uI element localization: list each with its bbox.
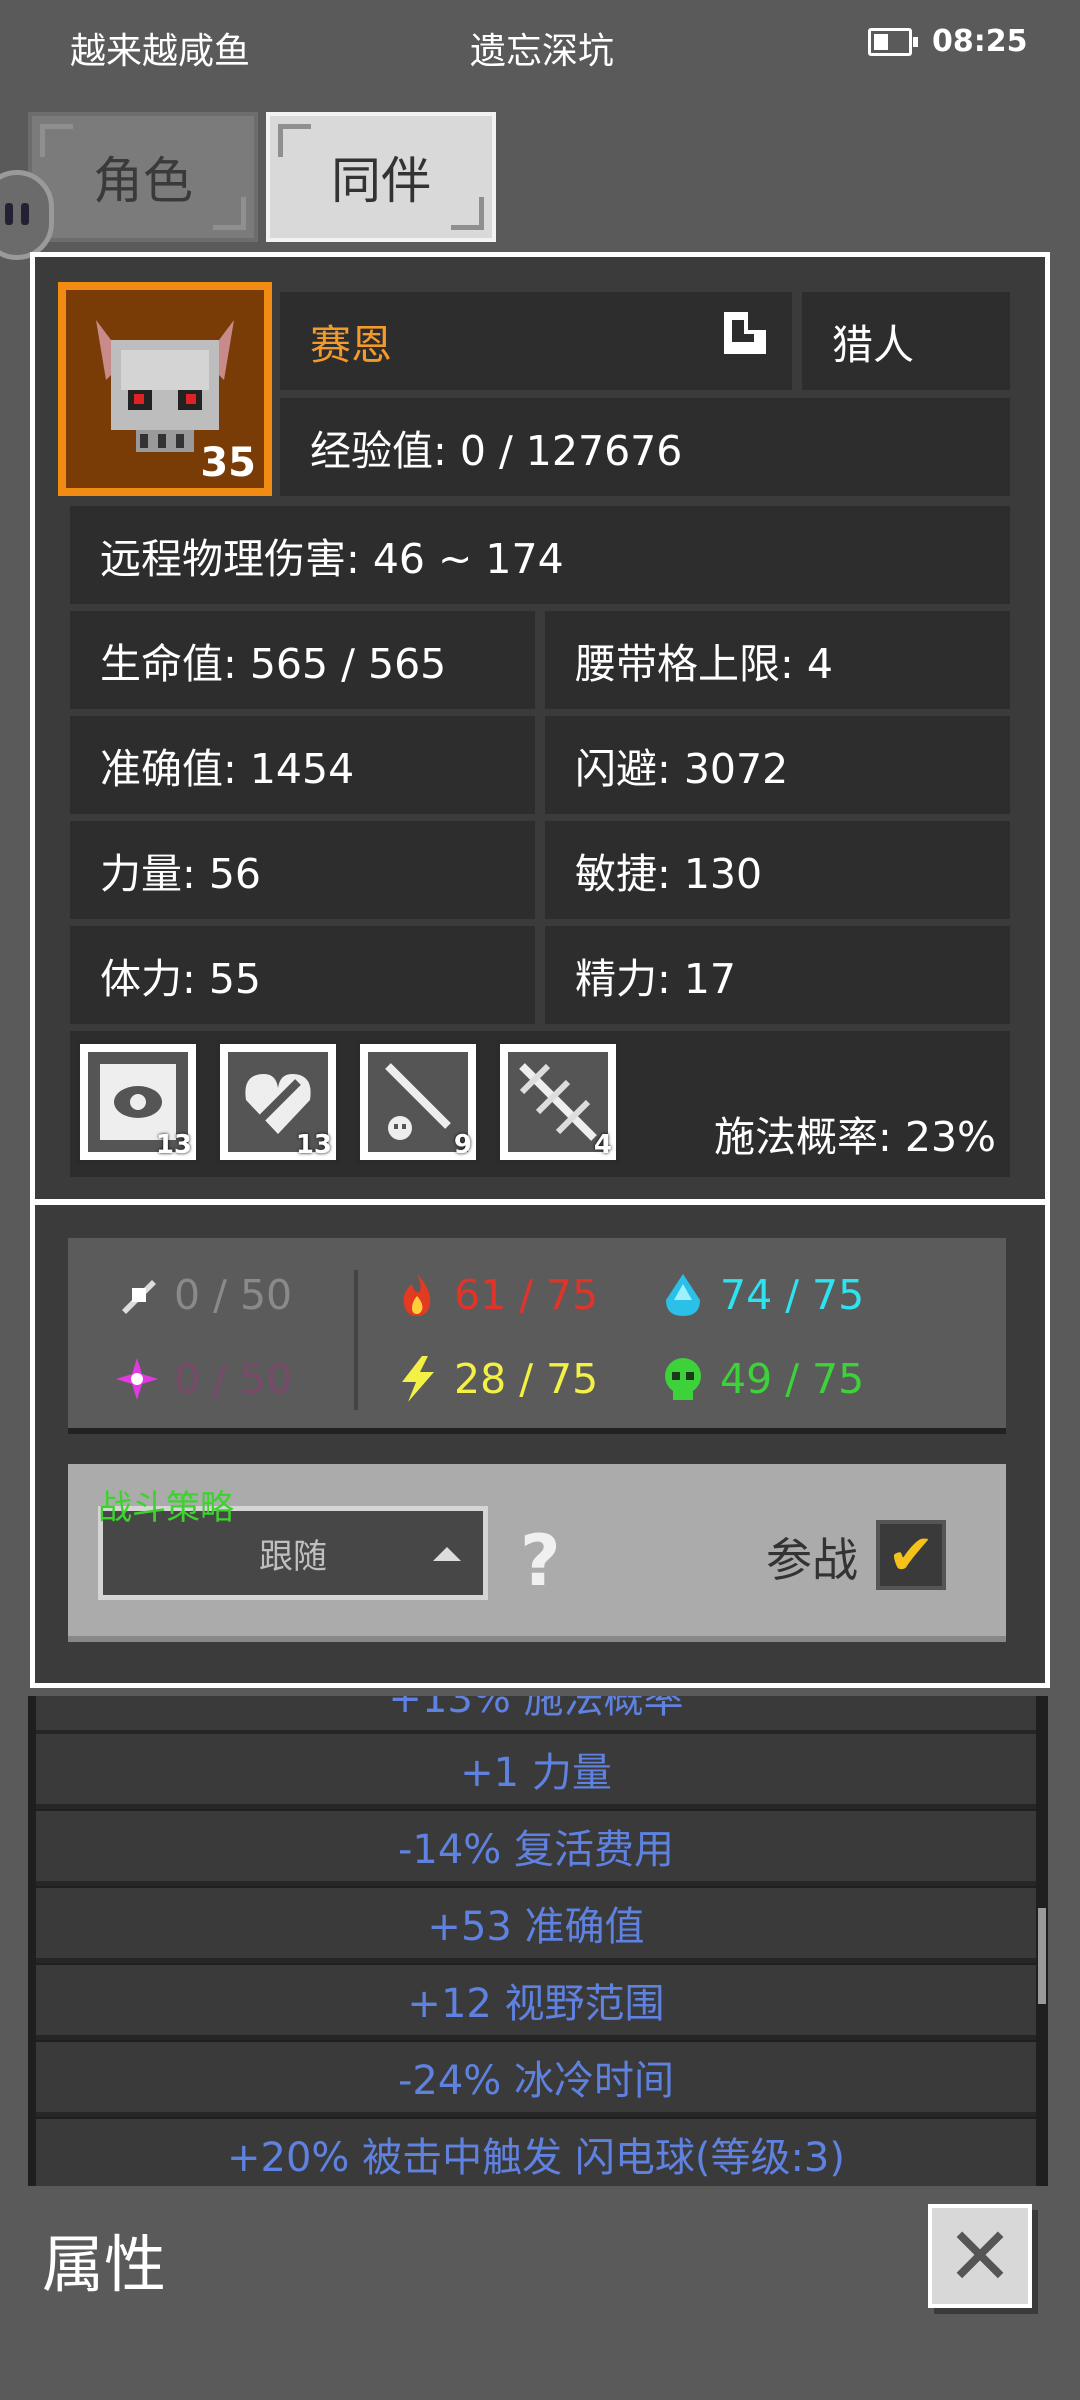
- status-time: 08:25: [932, 24, 1028, 59]
- cast-rate-text: 施法概率: 23%: [714, 1113, 996, 1161]
- resist-poison: 49 / 75: [658, 1354, 864, 1404]
- list-item: -24% 冰冷时间: [36, 2042, 1036, 2117]
- join-battle-label: 参战: [766, 1533, 858, 1587]
- tab-companion[interactable]: 同伴: [266, 112, 496, 242]
- damage-text: 远程物理伤害: 46 ~ 174: [100, 535, 564, 583]
- resistance-box: [68, 1238, 1006, 1434]
- resistance-divider: [354, 1270, 358, 1410]
- floating-assistant-icon[interactable]: [0, 170, 54, 260]
- exp-text: 经验值: 0 / 127676: [310, 427, 683, 475]
- close-icon: ✕: [946, 2209, 1014, 2303]
- stat-hp: 生命值: 565 / 565: [100, 640, 447, 688]
- list-item: +53 准确值: [36, 1888, 1036, 1963]
- list-item: +13% 施法概率: [36, 1696, 1036, 1735]
- list-item: +12 视野范围: [36, 1965, 1036, 2040]
- skill-count: 13: [295, 1130, 332, 1160]
- rename-edit-icon[interactable]: [724, 312, 766, 354]
- status-bar: 越来越咸鱼 遗忘深坑 08:25: [0, 0, 1080, 86]
- stat-cell: 闪避: 3072: [545, 716, 1010, 814]
- stat-cell: 生命值: 565 / 565: [70, 611, 535, 709]
- resist-poison-value: 49 / 75: [720, 1355, 865, 1403]
- skill-count: 4: [593, 1130, 612, 1160]
- shield-icon: [122, 1280, 156, 1314]
- resist-physical: 0 / 50: [112, 1270, 292, 1320]
- resist-cold: 74 / 75: [658, 1270, 864, 1320]
- list-item: +1 力量: [36, 1734, 1036, 1809]
- resist-physical-value: 0 / 50: [174, 1271, 293, 1319]
- skill-slot[interactable]: 4: [496, 1040, 620, 1164]
- companion-class-field: 猎人: [802, 292, 1010, 390]
- companion-name-field: 赛恩: [280, 292, 792, 390]
- stat-cell: 准确值: 1454: [70, 716, 535, 814]
- fire-icon: [403, 1274, 431, 1316]
- resist-lightning-value: 28 / 75: [454, 1355, 599, 1403]
- exp-field: 经验值: 0 / 127676: [280, 398, 1010, 496]
- footer-title: 属性: [42, 2228, 167, 2301]
- companion-name: 赛恩: [310, 321, 392, 369]
- companion-class: 猎人: [832, 321, 914, 369]
- help-icon[interactable]: ?: [520, 1520, 561, 1602]
- strategy-selected: 跟随: [259, 1536, 327, 1577]
- lightning-icon: [402, 1356, 434, 1402]
- join-battle-checkbox[interactable]: ✔: [876, 1520, 946, 1590]
- list-item: +20% 被击中触发 闪电球(等级:3): [36, 2119, 1036, 2186]
- tab-companion-label: 同伴: [331, 152, 431, 210]
- tab-character-label: 角色: [93, 152, 193, 210]
- stat-cell: 敏捷: 130: [545, 821, 1010, 919]
- status-center-text: 遗忘深坑: [470, 31, 615, 72]
- status-left-text: 越来越咸鱼: [70, 31, 251, 72]
- water-drop-icon: [666, 1274, 700, 1316]
- list-scrollbar[interactable]: [1038, 1908, 1046, 2004]
- resist-fire-value: 61 / 75: [454, 1271, 599, 1319]
- strategy-label: 战斗策略: [98, 1488, 234, 1528]
- skill-count: 13: [155, 1130, 192, 1160]
- stat-cell: 体力: 55: [70, 926, 535, 1024]
- stat-accuracy: 准确值: 1454: [100, 745, 355, 793]
- resist-lightning: 28 / 75: [392, 1354, 598, 1404]
- tab-character[interactable]: 角色: [28, 112, 258, 242]
- resist-magic-value: 0 / 50: [174, 1355, 293, 1403]
- resist-cold-value: 74 / 75: [720, 1271, 865, 1319]
- stat-energy: 精力: 17: [575, 955, 737, 1003]
- chevron-up-icon: [433, 1547, 461, 1561]
- green-skull-icon: [665, 1358, 701, 1400]
- resist-fire: 61 / 75: [392, 1270, 598, 1320]
- stat-stamina: 体力: 55: [100, 955, 262, 1003]
- stat-cell: 腰带格上限: 4: [545, 611, 1010, 709]
- companion-level: 35: [200, 440, 256, 486]
- stat-cell: 精力: 17: [545, 926, 1010, 1024]
- skill-slot[interactable]: 9: [356, 1040, 480, 1164]
- resist-magic: 0 / 50: [112, 1354, 292, 1404]
- stat-strength: 力量: 56: [100, 850, 262, 898]
- stat-dodge: 闪避: 3072: [575, 745, 789, 793]
- skill-slot[interactable]: 13: [216, 1040, 340, 1164]
- list-item: -14% 复活费用: [36, 1811, 1036, 1886]
- checkmark-icon: ✔: [887, 1522, 935, 1588]
- stat-belt-slots: 腰带格上限: 4: [575, 640, 833, 688]
- stat-cell: 力量: 56: [70, 821, 535, 919]
- skill-count: 9: [453, 1130, 472, 1160]
- battery-icon: [868, 28, 918, 56]
- stat-agility: 敏捷: 130: [575, 850, 763, 898]
- purple-star-icon: [116, 1358, 158, 1400]
- companion-portrait[interactable]: 35: [58, 282, 272, 496]
- skill-slot[interactable]: 13: [76, 1040, 200, 1164]
- close-button[interactable]: ✕: [928, 2204, 1032, 2308]
- damage-field: 远程物理伤害: 46 ~ 174: [70, 506, 1010, 604]
- attribute-list[interactable]: +13% 施法概率 +1 力量 -14% 复活费用 +53 准确值 +12 视野…: [28, 1696, 1048, 2186]
